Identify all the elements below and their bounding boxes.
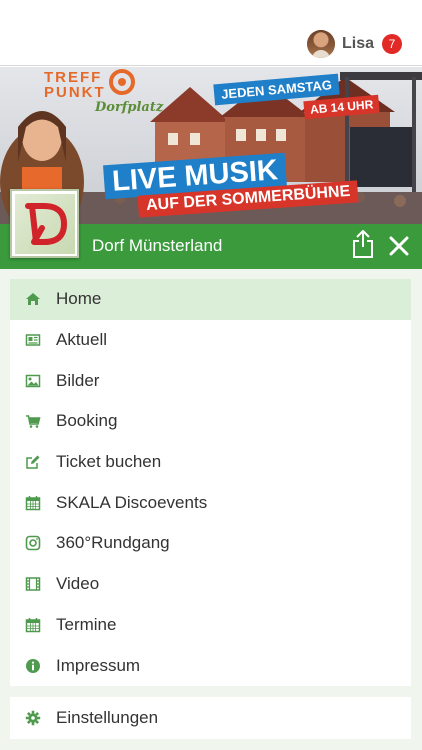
menu-item-label: Home bbox=[56, 289, 102, 309]
notification-badge[interactable]: 7 bbox=[382, 34, 402, 54]
brand-line-2: PUNKT bbox=[44, 84, 106, 101]
cart-icon bbox=[24, 412, 42, 430]
film-icon bbox=[24, 575, 42, 593]
edit-icon bbox=[24, 453, 42, 471]
home-icon bbox=[24, 290, 42, 308]
menu-item-bilder[interactable]: Bilder bbox=[10, 360, 411, 401]
menu-item-label: Video bbox=[56, 574, 100, 594]
user-profile[interactable]: Lisa 7 bbox=[306, 29, 402, 59]
menu-item-home[interactable]: Home bbox=[10, 279, 411, 320]
gear-icon bbox=[24, 709, 42, 727]
share-button[interactable] bbox=[351, 229, 375, 259]
menu-item-termine[interactable]: Termine bbox=[10, 605, 411, 646]
menu-item-label: 360°Rundgang bbox=[56, 533, 170, 553]
menu-list: Home Aktuell Bilder Booking Ticket buche bbox=[10, 279, 411, 686]
club-logo bbox=[10, 189, 79, 258]
menu-item-label: Bilder bbox=[56, 370, 100, 390]
calendar-icon bbox=[24, 494, 42, 512]
club-title: Dorf Münsterland bbox=[92, 236, 223, 255]
menu-item-booking[interactable]: Booking bbox=[10, 401, 411, 442]
menu-item-label: Aktuell bbox=[56, 330, 108, 350]
menu-container: Home Aktuell Bilder Booking Ticket buche bbox=[0, 269, 422, 750]
calendar-icon bbox=[24, 616, 42, 634]
menu-item-video[interactable]: Video bbox=[10, 564, 411, 605]
menu-item-label: Booking bbox=[56, 411, 118, 431]
settings-label: Einstellungen bbox=[56, 708, 159, 727]
club-logo-mark bbox=[24, 202, 67, 245]
image-icon bbox=[24, 372, 42, 390]
share-icon bbox=[353, 230, 373, 258]
menu-item-360-rundgang[interactable]: 360°Rundgang bbox=[10, 523, 411, 564]
info-icon bbox=[24, 657, 42, 675]
menu-item-ticket-buchen[interactable]: Ticket buchen bbox=[10, 442, 411, 483]
menu-item-einstellungen[interactable]: Einstellungen bbox=[10, 697, 411, 739]
username[interactable]: Lisa bbox=[342, 35, 374, 53]
menu-item-label: Termine bbox=[56, 614, 117, 634]
avatar[interactable] bbox=[306, 30, 335, 58]
close-button[interactable] bbox=[387, 234, 411, 258]
close-icon bbox=[389, 236, 409, 256]
menu-item-label: Impressum bbox=[56, 655, 141, 675]
top-bar: Lisa 7 bbox=[0, 0, 422, 66]
menu-item-label: SKALA Discoevents bbox=[56, 492, 208, 512]
brand-script: Dorfplatz bbox=[95, 100, 164, 115]
menu-item-label: Ticket buchen bbox=[56, 452, 162, 472]
instagram-icon bbox=[24, 534, 42, 552]
menu-item-aktuell[interactable]: Aktuell bbox=[10, 320, 411, 361]
newspaper-icon bbox=[24, 331, 42, 349]
menu-item-skala-discoevents[interactable]: SKALA Discoevents bbox=[10, 482, 411, 523]
menu-item-impressum[interactable]: Impressum bbox=[10, 645, 411, 686]
